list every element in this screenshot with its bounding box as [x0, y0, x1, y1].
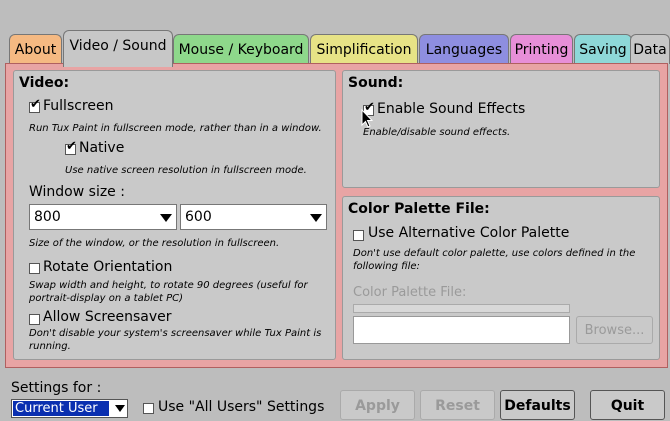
reset-button[interactable]: Reset [420, 390, 495, 420]
all-users-label[interactable]: Use "All Users" Settings [158, 399, 324, 415]
tab-panel: Video: ✔ Fullscreen Run Tux Paint in ful… [5, 63, 668, 368]
video-group: Video: ✔ Fullscreen Run Tux Paint in ful… [13, 70, 336, 360]
apply-button[interactable]: Apply [340, 390, 415, 420]
native-label[interactable]: Native [79, 140, 124, 156]
window-width-select[interactable]: 800 [29, 204, 177, 230]
palette-file-label: Color Palette File: [353, 285, 467, 300]
tab-simplification[interactable]: Simplification [310, 34, 418, 64]
settings-for-select[interactable]: Current User [11, 399, 128, 418]
fullscreen-help: Run Tux Paint in fullscreen mode, rather… [29, 123, 322, 134]
screensaver-label[interactable]: Allow Screensaver [43, 309, 171, 325]
use-alt-palette-help-line2: following file: [353, 261, 420, 272]
tab-data[interactable]: Data [630, 34, 670, 64]
native-help: Use native screen resolution in fullscre… [65, 165, 307, 176]
window-height-select[interactable]: 600 [180, 204, 327, 230]
quit-button[interactable]: Quit [590, 390, 665, 420]
rotate-checkbox[interactable] [29, 263, 40, 274]
enable-sound-label[interactable]: Enable Sound Effects [377, 101, 525, 117]
tab-saving[interactable]: Saving [574, 34, 632, 64]
palette-file-bar [353, 304, 570, 313]
tab-languages[interactable]: Languages [419, 34, 509, 64]
defaults-button[interactable]: Defaults [500, 390, 575, 420]
use-alt-palette-help-line1: Don't use default color palette, use col… [353, 248, 636, 259]
chevron-down-icon[interactable] [160, 214, 172, 222]
checkmark-icon: ✔ [30, 97, 41, 112]
all-users-checkbox[interactable] [143, 403, 154, 414]
screensaver-checkbox[interactable] [29, 314, 40, 325]
palette-group-title: Color Palette File: [348, 201, 490, 217]
rotate-help-line1: Swap width and height, to rotate 90 degr… [29, 280, 308, 291]
sound-group: Sound: ✔ Enable Sound Effects Enable/dis… [342, 70, 660, 188]
tab-about[interactable]: About [9, 34, 62, 64]
use-alt-palette-label[interactable]: Use Alternative Color Palette [368, 225, 569, 241]
mouse-cursor-icon [361, 109, 373, 128]
window-size-label: Window size : [29, 184, 125, 200]
rotate-label[interactable]: Rotate Orientation [43, 259, 172, 275]
palette-file-input[interactable] [353, 316, 570, 344]
fullscreen-label[interactable]: Fullscreen [43, 98, 113, 114]
checkmark-icon: ✔ [66, 139, 77, 154]
fullscreen-checkbox[interactable]: ✔ [29, 98, 41, 113]
enable-sound-help: Enable/disable sound effects. [363, 127, 511, 138]
sound-group-title: Sound: [348, 75, 404, 91]
tab-printing[interactable]: Printing [510, 34, 573, 64]
use-alt-palette-checkbox[interactable] [353, 230, 364, 241]
settings-for-label: Settings for : [11, 380, 102, 396]
palette-group: Color Palette File: Use Alternative Colo… [342, 196, 660, 360]
video-group-title: Video: [19, 75, 70, 91]
window-size-help: Size of the window, or the resolution in… [29, 238, 280, 249]
chevron-down-icon[interactable] [115, 405, 125, 412]
chevron-down-icon[interactable] [310, 214, 322, 222]
screensaver-help-line2: running. [29, 341, 71, 352]
browse-button[interactable]: Browse... [576, 316, 653, 344]
tab-video-sound[interactable]: Video / Sound [63, 30, 173, 67]
window-width-value: 800 [34, 209, 61, 225]
settings-for-value: Current User [13, 401, 109, 416]
window-height-value: 600 [185, 209, 212, 225]
native-checkbox[interactable]: ✔ [65, 140, 77, 155]
rotate-help-line2: portrait-display on a tablet PC) [29, 293, 184, 304]
tab-mouse-keyboard[interactable]: Mouse / Keyboard [173, 34, 309, 64]
screensaver-help-line1: Don't disable your system's screensaver … [29, 328, 322, 339]
